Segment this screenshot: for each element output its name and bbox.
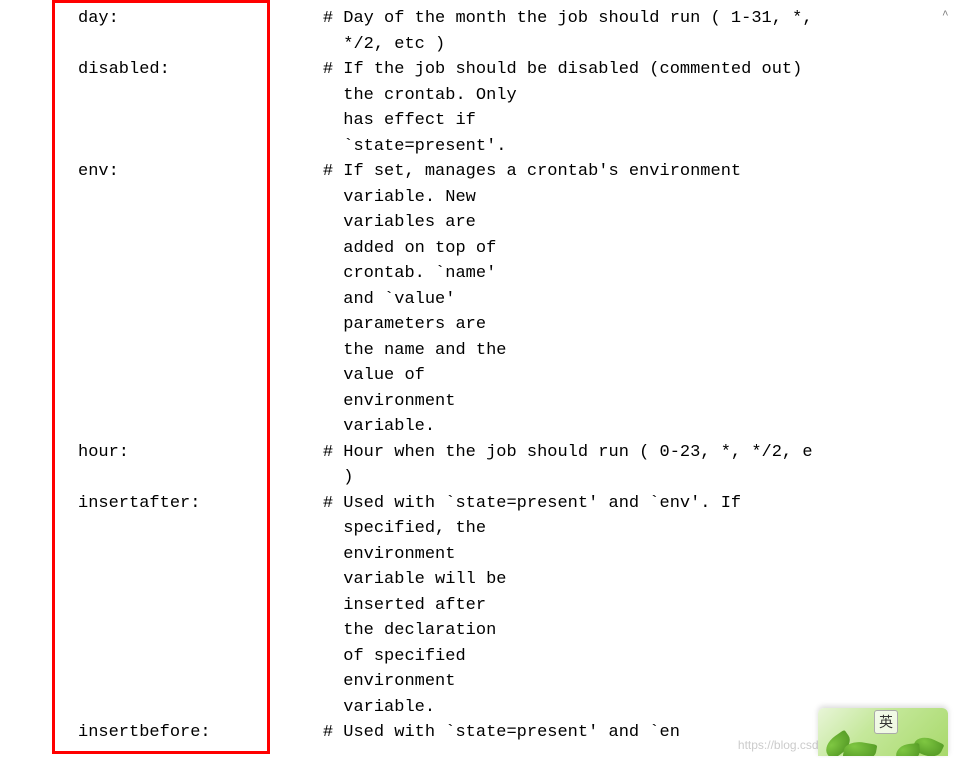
param-desc-cont-text: variable. (78, 698, 435, 717)
param-desc-cont-text: specified, the (78, 519, 486, 538)
param-row: day: # Day of the month the job should r… (78, 6, 956, 32)
param-desc-cont-text: parameters are (78, 315, 486, 334)
param-desc-cont-text: environment (78, 545, 455, 564)
param-desc-cont: environment (78, 669, 956, 695)
param-name: day: (78, 9, 323, 28)
param-desc-first: # Used with `state=present' and `env'. I… (323, 494, 741, 513)
param-row: hour: # Hour when the job should run ( 0… (78, 440, 956, 466)
param-desc-cont: variables are (78, 210, 956, 236)
param-name: env: (78, 162, 323, 181)
param-desc-cont: and `value' (78, 287, 956, 313)
param-name: hour: (78, 443, 323, 462)
param-desc-first: # Hour when the job should run ( 0-23, *… (323, 443, 813, 462)
param-desc-cont: environment (78, 542, 956, 568)
param-desc-cont-text: variables are (78, 213, 476, 232)
param-desc-cont: `state=present'. (78, 134, 956, 160)
param-desc-cont: the name and the (78, 338, 956, 364)
param-desc-cont: inserted after (78, 593, 956, 619)
scroll-up-caret[interactable]: ^ (942, 8, 952, 18)
param-desc-cont-text: variable. New (78, 188, 476, 207)
param-desc-cont: has effect if (78, 108, 956, 134)
param-desc-cont-text: */2, etc ) (78, 35, 445, 54)
param-desc-cont-text: added on top of (78, 239, 496, 258)
param-desc-cont: crontab. `name' (78, 261, 956, 287)
param-desc-cont-text: variable. (78, 417, 435, 436)
param-desc-cont-text: value of (78, 366, 425, 385)
param-desc-cont: variable. (78, 414, 956, 440)
param-desc-cont: value of (78, 363, 956, 389)
param-desc-cont: environment (78, 389, 956, 415)
param-desc-cont: specified, the (78, 516, 956, 542)
param-desc-cont: ) (78, 465, 956, 491)
param-desc-cont: */2, etc ) (78, 32, 956, 58)
param-desc-cont: added on top of (78, 236, 956, 262)
param-name: insertbefore: (78, 723, 323, 742)
param-desc-cont-text: has effect if (78, 111, 476, 130)
param-desc-cont-text: environment (78, 392, 455, 411)
param-desc-cont-text: the declaration (78, 621, 496, 640)
param-desc-cont: variable will be (78, 567, 956, 593)
param-desc-cont-text: and `value' (78, 290, 455, 309)
param-desc-cont: variable. New (78, 185, 956, 211)
param-desc-cont-text: ) (78, 468, 353, 487)
param-desc-first: # Used with `state=present' and `en (323, 723, 680, 742)
param-desc-cont-text: the crontab. Only (78, 86, 517, 105)
param-desc-cont-text: `state=present'. (78, 137, 506, 156)
params-list: day: # Day of the month the job should r… (0, 0, 956, 746)
param-desc-cont: of specified (78, 644, 956, 670)
param-row: disabled: # If the job should be disable… (78, 57, 956, 83)
doc-content: ^ day: # Day of the month the job should… (0, 0, 956, 746)
param-desc-first: # If the job should be disabled (comment… (323, 60, 802, 79)
param-name: insertafter: (78, 494, 323, 513)
param-desc-cont: parameters are (78, 312, 956, 338)
param-desc-cont-text: the name and the (78, 341, 506, 360)
param-row: insertafter: # Used with `state=present'… (78, 491, 956, 517)
param-desc-cont-text: crontab. `name' (78, 264, 496, 283)
ime-widget[interactable]: 英 (818, 708, 948, 756)
param-desc-first: # If set, manages a crontab's environmen… (323, 162, 741, 181)
param-desc-cont: the declaration (78, 618, 956, 644)
param-desc-cont-text: variable will be (78, 570, 506, 589)
ime-language-indicator[interactable]: 英 (874, 710, 898, 734)
param-desc-first: # Day of the month the job should run ( … (323, 9, 813, 28)
param-name: disabled: (78, 60, 323, 79)
param-desc-cont-text: of specified (78, 647, 466, 666)
param-row: env: # If set, manages a crontab's envir… (78, 159, 956, 185)
param-desc-cont-text: environment (78, 672, 455, 691)
param-desc-cont-text: inserted after (78, 596, 486, 615)
param-desc-cont: the crontab. Only (78, 83, 956, 109)
